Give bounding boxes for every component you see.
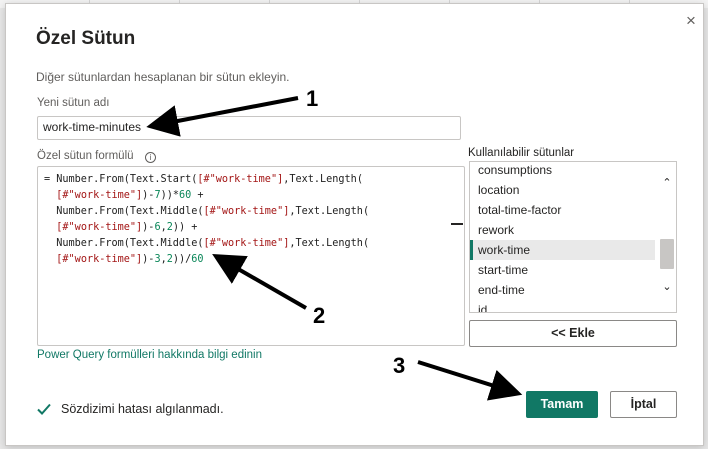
column-list-item[interactable]: consumptions (470, 162, 655, 180)
formula-text[interactable]: = Number.From(Text.Start([#"work-time"],… (44, 172, 369, 268)
formula-token: )) + (172, 222, 198, 233)
custom-column-dialog: Özel Sütun × Diğer sütunlardan hesaplana… (5, 3, 704, 446)
formula-token: [#"work-time"] (56, 190, 143, 201)
close-icon[interactable]: × (682, 12, 700, 30)
column-list-item[interactable]: work-time (470, 240, 655, 260)
formula-token: + (191, 190, 204, 201)
dialog-title: Özel Sütun (36, 28, 136, 49)
new-column-name-input[interactable]: work-time-minutes (37, 116, 461, 140)
formula-token: ,Text.Length( (283, 174, 363, 185)
formula-token: ))* (160, 190, 179, 201)
chevron-down-icon[interactable]: ⌄ (661, 281, 673, 293)
available-columns-label: Kullanılabilir sütunlar (468, 147, 575, 159)
column-list-item[interactable]: id (470, 300, 655, 312)
formula-token: Number.From(Text.Middle( (44, 206, 204, 217)
cancel-button[interactable]: İptal (610, 391, 677, 418)
column-list-item[interactable]: start-time (470, 260, 655, 280)
annotation-label-3: 3 (393, 353, 406, 378)
ok-button[interactable]: Tamam (526, 391, 598, 418)
formula-token: )- (142, 254, 155, 265)
available-columns-list[interactable]: consumptions location total-time-factor rew… (469, 161, 677, 313)
formula-token: [#"work-time"] (56, 254, 143, 265)
column-list-item[interactable]: location (470, 180, 655, 200)
formula-token: = Number.From(Text.Start( (44, 174, 198, 185)
formula-token (44, 254, 56, 265)
editor-cursor-marker (451, 223, 463, 225)
formula-token (44, 190, 56, 201)
scroll-thumb[interactable] (660, 239, 674, 269)
formula-line: [#"work-time"])-6,2)) + (44, 220, 369, 236)
column-list-item[interactable]: rework (470, 220, 655, 240)
add-column-button[interactable]: << Ekle (469, 320, 677, 347)
formula-label: Özel sütun formülü (37, 150, 134, 162)
formula-token (44, 222, 56, 233)
formula-line: Number.From(Text.Middle([#"work-time"],T… (44, 236, 369, 252)
formula-token: ,Text.Length( (289, 238, 370, 249)
formula-line: [#"work-time"])-3,2))/60 (44, 252, 369, 268)
chevron-up-icon[interactable]: ⌃ (661, 177, 673, 189)
annotation-label-1: 1 (306, 86, 319, 111)
column-list-item[interactable]: total-time-factor (470, 200, 655, 220)
dialog-subtitle: Diğer sütunlardan hesaplanan bir sütun e… (36, 70, 290, 84)
formula-token: Number.From(Text.Middle( (44, 238, 204, 249)
help-link[interactable]: Power Query formülleri hakkında bilgi ed… (37, 349, 262, 361)
formula-token: [#"work-time"] (203, 206, 290, 217)
formula-token: [#"work-time"] (56, 222, 143, 233)
syntax-status-text: Sözdizimi hatası algılanmadı. (61, 402, 224, 416)
formula-token: ,Text.Length( (289, 206, 370, 217)
formula-token: [#"work-time"] (203, 238, 290, 249)
formula-token: 60 (178, 190, 192, 201)
formula-line: [#"work-time"])-7))*60 + (44, 188, 369, 204)
annotation-label-2: 2 (313, 303, 326, 328)
column-list-item[interactable]: end-time (470, 280, 655, 300)
formula-token: [#"work-time"] (197, 174, 284, 185)
formula-token: 60 (191, 254, 204, 265)
formula-editor[interactable]: = Number.From(Text.Start([#"work-time"],… (37, 166, 465, 346)
formula-line: = Number.From(Text.Start([#"work-time"],… (44, 172, 369, 188)
list-scrollbar[interactable]: ⌃ ⌄ (658, 162, 676, 312)
formula-token: ))/ (172, 254, 192, 265)
formula-line: Number.From(Text.Middle([#"work-time"],T… (44, 204, 369, 220)
checkmark-icon (37, 403, 51, 415)
formula-token: )- (142, 190, 155, 201)
formula-token: )- (142, 222, 155, 233)
new-column-name-label: Yeni sütun adı (37, 97, 110, 109)
info-icon[interactable]: i (145, 152, 156, 163)
